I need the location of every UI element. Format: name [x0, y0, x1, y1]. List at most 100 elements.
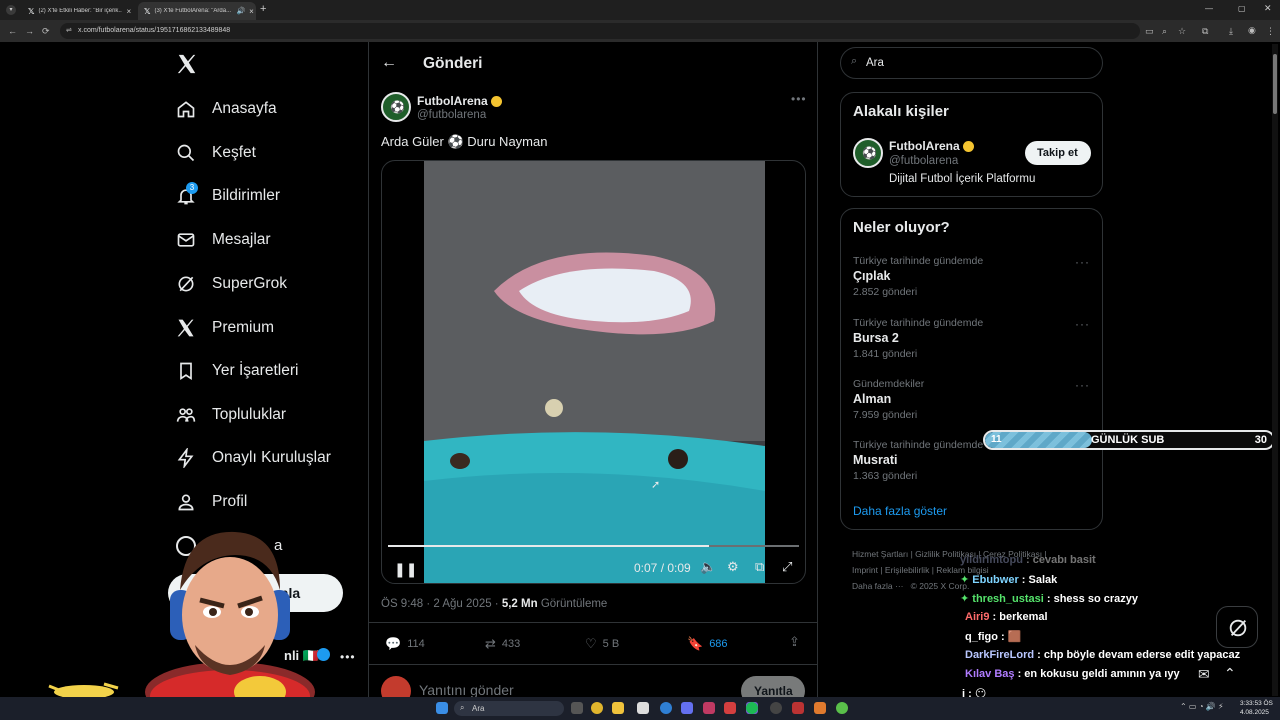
spotify-icon[interactable]: [746, 702, 758, 714]
cloud-icon[interactable]: [814, 702, 826, 714]
nav-item-verified-orgs[interactable]: Onaylı Kuruluşlar: [176, 443, 331, 473]
reply-icon: 💬: [385, 636, 402, 651]
grok-floating-button[interactable]: [1216, 606, 1258, 648]
profile-avatar-icon[interactable]: ◉: [1248, 25, 1256, 36]
related-name[interactable]: FutbolArena: [889, 139, 974, 153]
new-tab-button[interactable]: +: [260, 3, 266, 15]
fullscreen-icon[interactable]: ⤢: [782, 559, 792, 575]
cast-icon[interactable]: ▭: [1145, 26, 1154, 37]
zoom-icon[interactable]: ⌕: [1162, 26, 1167, 37]
pause-icon[interactable]: ❚❚: [394, 561, 417, 578]
tray-icons[interactable]: ⌃ ▭ ◔ 🔊 ⚡: [1180, 702, 1224, 711]
download-icon[interactable]: ⤓: [1229, 26, 1233, 37]
nav-item-notifications[interactable]: 3 Bildirimler: [176, 181, 280, 211]
tab-menu-icon[interactable]: ▾: [6, 5, 16, 15]
share-icon[interactable]: ⇪: [789, 634, 800, 650]
search-icon: ⌕: [851, 55, 858, 67]
like-button[interactable]: ♡ 5 B: [585, 636, 619, 652]
chat-message: Kılav Baş : en kokusu geldi amının ya ıy…: [965, 668, 1180, 680]
browser-tab-2[interactable]: 𝕏 (3) X'te FutbolArena: "Arda... 🔊 ×: [138, 2, 256, 20]
discord-icon[interactable]: [681, 702, 693, 714]
nav-item-premium[interactable]: Premium: [176, 313, 274, 343]
repost-button[interactable]: ⇄ 433: [485, 636, 520, 652]
close-window-icon[interactable]: ✕: [1264, 3, 1272, 14]
extensions-icon[interactable]: ⧉: [1202, 26, 1208, 37]
nav-item-profile[interactable]: Profil: [176, 487, 247, 517]
nav-item-bookmarks[interactable]: Yer İşaretleri: [176, 356, 298, 386]
star-icon[interactable]: ☆: [1178, 26, 1186, 37]
volume-icon[interactable]: 🔈: [700, 559, 716, 575]
trend-more-icon[interactable]: ···: [1075, 317, 1090, 331]
scrollbar-thumb[interactable]: [1273, 54, 1277, 114]
taskbar-search[interactable]: ⌕ Ara: [454, 701, 564, 716]
post-timestamp[interactable]: ÖS 9:48 · 2 Ağu 2025 ·: [381, 598, 502, 610]
nav-item-explore[interactable]: Keşfet: [176, 138, 256, 168]
trend-more-icon[interactable]: ···: [1075, 255, 1090, 269]
footer-link[interactable]: Imprint: [852, 565, 878, 575]
app-icon[interactable]: [703, 702, 715, 714]
tab-close-icon[interactable]: ×: [249, 7, 254, 16]
x-logo-icon[interactable]: [176, 53, 198, 75]
author-name[interactable]: FutbolArena: [417, 94, 502, 108]
site-info-icon[interactable]: ⇌: [66, 26, 72, 34]
video-frame: [424, 161, 765, 583]
expand-up-icon[interactable]: ⌃: [1224, 665, 1236, 682]
trend-item[interactable]: Türkiye tarihinde gündemde Bursa 2 1.841…: [841, 315, 1102, 367]
forward-arrow-icon[interactable]: →: [25, 26, 34, 36]
reply-button[interactable]: 💬 114: [385, 636, 425, 652]
new-message-icon[interactable]: ✉: [1198, 666, 1210, 683]
windows-start-icon[interactable]: [436, 702, 448, 714]
nav-item-supergrok[interactable]: SuperGrok: [176, 269, 287, 299]
picture-in-picture-icon[interactable]: ⧉: [755, 559, 764, 575]
taskbar-search-text: Ara: [472, 704, 485, 713]
footer-link[interactable]: Erişilebilirlik: [885, 565, 929, 575]
maximize-icon[interactable]: ▢: [1238, 4, 1246, 13]
explorer-icon[interactable]: [612, 702, 624, 714]
clock[interactable]: 3:33:53 ÖS 4.08.2025: [1240, 699, 1273, 717]
trend-more-icon[interactable]: ···: [1075, 378, 1090, 392]
follow-button[interactable]: Takip et: [1025, 141, 1091, 165]
browser-tab-1[interactable]: 𝕏 (2) X'te Etkili Haber: "Bir içerik... …: [22, 2, 134, 20]
back-arrow-icon[interactable]: ←: [381, 54, 397, 72]
url-field[interactable]: ⇌ x.com/futbolarena/status/1951716862133…: [60, 23, 1140, 39]
messages-drawer[interactable]: ✉ ⌃: [1188, 660, 1248, 692]
file-icon[interactable]: [637, 702, 649, 714]
chrome-menu-icon[interactable]: ⋮: [1266, 26, 1275, 37]
bookmark-button[interactable]: 🔖 686: [687, 636, 728, 652]
avatar[interactable]: ⚽: [853, 138, 883, 168]
people-icon: [176, 408, 196, 422]
settings-icon[interactable]: ⚙: [727, 559, 739, 575]
clock-time: 3:33:53 ÖS: [1240, 700, 1273, 707]
back-arrow-icon[interactable]: ←: [8, 26, 17, 36]
author-handle[interactable]: @futbolarena: [417, 109, 486, 121]
trend-count: 1.363 gönderi: [853, 470, 918, 482]
trend-item[interactable]: Türkiye tarihinde gündemde Çıplak 2.852 …: [841, 253, 1102, 305]
more-dots-icon[interactable]: •••: [340, 650, 356, 664]
video-progress-track[interactable]: [388, 545, 799, 547]
trend-item[interactable]: Gündemdekiler Alman 7.959 gönderi ···: [841, 376, 1102, 428]
edge-icon[interactable]: [660, 702, 672, 714]
obs-icon[interactable]: [770, 702, 782, 714]
reply-input[interactable]: Yanıtını gönder: [419, 682, 514, 698]
task-view-icon[interactable]: [571, 702, 583, 714]
tab-close-icon[interactable]: ×: [126, 7, 131, 16]
app-icon[interactable]: [792, 702, 804, 714]
page-scrollbar[interactable]: [1272, 44, 1278, 696]
trend-count: 1.841 gönderi: [853, 348, 918, 360]
nav-item-communities[interactable]: Topluluklar: [176, 400, 286, 430]
app-icon[interactable]: [724, 702, 736, 714]
chrome-icon[interactable]: [836, 702, 848, 714]
search-box[interactable]: ⌕ Ara: [840, 47, 1103, 79]
footer-more[interactable]: Daha fazla ···: [852, 581, 904, 591]
nav-item-home[interactable]: Anasayfa: [176, 94, 277, 124]
avatar[interactable]: ⚽: [381, 92, 411, 122]
video-player[interactable]: ❚❚ 0:07 / 0:09 🔈 ⚙ ⧉ ⤢: [381, 160, 806, 584]
chat-message: q_figo : 🟫: [965, 630, 1021, 643]
footer-link[interactable]: Hizmet Şartları: [852, 549, 908, 559]
show-more-link[interactable]: Daha fazla göster: [853, 504, 947, 518]
chrome-icon[interactable]: [591, 702, 603, 714]
nav-item-messages[interactable]: Mesajlar: [176, 225, 271, 255]
minimize-icon[interactable]: —: [1205, 4, 1213, 13]
post-more-icon[interactable]: •••: [791, 92, 807, 106]
reload-icon[interactable]: ⟳: [42, 26, 50, 37]
